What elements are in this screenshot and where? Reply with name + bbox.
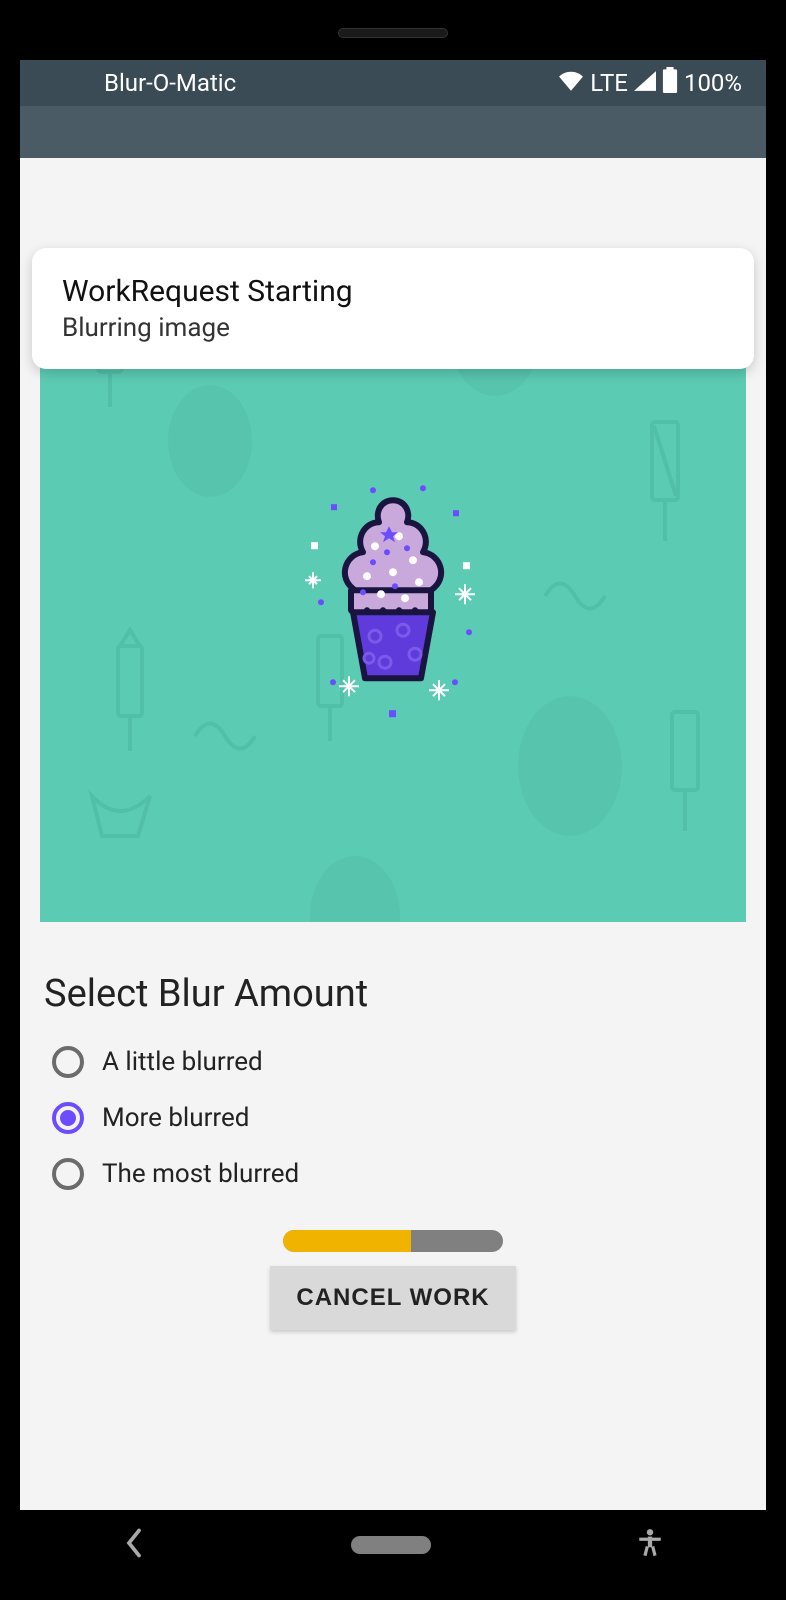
notification-title: WorkRequest Starting — [62, 274, 724, 309]
app-bar — [20, 106, 766, 158]
radio-icon — [52, 1046, 84, 1078]
device-frame: Blur-O-Matic LTE 100% WorkRequest Starti… — [0, 0, 786, 1600]
radio-option-little[interactable]: A little blurred — [44, 1034, 742, 1090]
content-area: WorkRequest Starting Blurring image — [20, 286, 766, 1600]
radio-label: The most blurred — [102, 1159, 299, 1189]
back-icon[interactable] — [123, 1528, 145, 1562]
network-label: LTE — [590, 69, 628, 97]
progress-fill — [283, 1230, 411, 1252]
accessibility-icon[interactable] — [637, 1528, 663, 1562]
blur-amount-section: Select Blur Amount A little blurred More… — [20, 922, 766, 1330]
radio-option-more[interactable]: More blurred — [44, 1090, 742, 1146]
wifi-icon — [558, 69, 584, 97]
device-speaker — [338, 28, 448, 38]
radio-icon — [52, 1158, 84, 1190]
preview-image — [40, 286, 746, 922]
cupcake-icon — [303, 482, 483, 692]
status-bar: Blur-O-Matic LTE 100% — [20, 60, 766, 106]
section-heading: Select Blur Amount — [44, 972, 742, 1016]
radio-option-most[interactable]: The most blurred — [44, 1146, 742, 1202]
notification-card[interactable]: WorkRequest Starting Blurring image — [32, 248, 754, 369]
radio-icon — [52, 1102, 84, 1134]
progress-bar — [283, 1230, 503, 1252]
radio-label: A little blurred — [102, 1047, 263, 1077]
notification-body: Blurring image — [62, 313, 724, 343]
app-title: Blur-O-Matic — [104, 69, 236, 97]
system-nav-bar — [20, 1510, 766, 1580]
radio-label: More blurred — [102, 1103, 249, 1133]
battery-label: 100% — [684, 69, 742, 97]
cancel-work-button[interactable]: CANCEL WORK — [270, 1266, 515, 1330]
battery-icon — [662, 67, 678, 99]
status-right: LTE 100% — [558, 67, 742, 99]
home-pill[interactable] — [351, 1536, 431, 1554]
signal-icon — [634, 69, 656, 97]
